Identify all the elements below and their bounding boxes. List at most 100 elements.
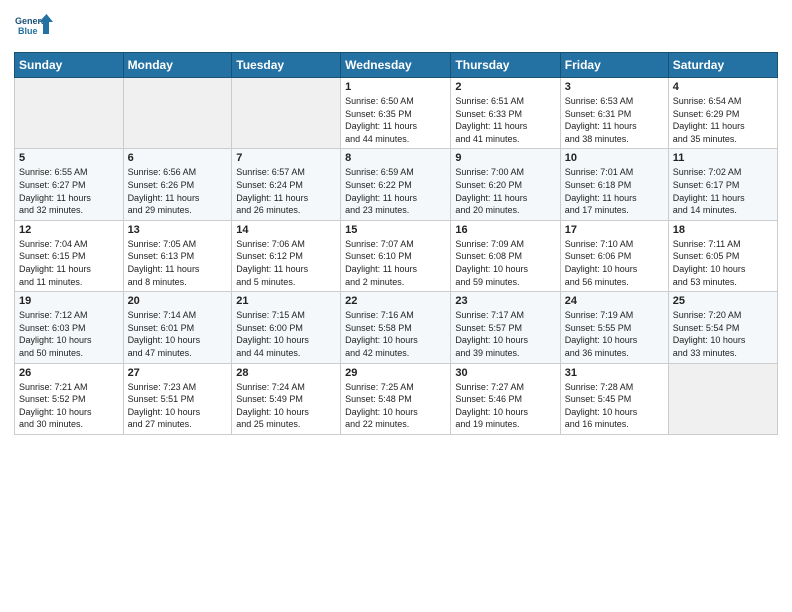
day-number: 6 <box>128 152 228 164</box>
day-info: Sunrise: 6:56 AM Sunset: 6:26 PM Dayligh… <box>128 166 228 216</box>
day-info: Sunrise: 7:21 AM Sunset: 5:52 PM Dayligh… <box>19 381 119 431</box>
day-cell: 13Sunrise: 7:05 AM Sunset: 6:13 PM Dayli… <box>123 220 232 291</box>
day-cell: 3 Sunrise: 6:53 AM Sunset: 6:31 PM Daylig… <box>560 78 668 149</box>
day-cell: 22 Sunrise: 7:16 AM Sunset: 5:58 PM Dayli… <box>341 292 451 363</box>
day-cell: 7 Sunrise: 6:57 AM Sunset: 6:24 PM Daylig… <box>232 149 341 220</box>
day-number: 20 <box>128 295 228 307</box>
day-info: Sunrise: 7:20 AM Sunset: 5:54 PM Dayligh… <box>673 309 773 359</box>
day-info: Sunrise: 6:51 AM Sunset: 6:33 PM Dayligh… <box>455 95 555 145</box>
day-cell: 4 Sunrise: 6:54 AM Sunset: 6:29 PM Daylig… <box>668 78 777 149</box>
day-cell <box>15 78 124 149</box>
day-info: Sunrise: 6:53 AM Sunset: 6:31 PM Dayligh… <box>565 95 664 145</box>
day-info: Sunrise: 6:50 AM Sunset: 6:35 PM Dayligh… <box>345 95 446 145</box>
header-saturday: Saturday <box>668 53 777 78</box>
day-cell: 1 Sunrise: 6:50 AM Sunset: 6:35 PM Daylig… <box>341 78 451 149</box>
header-thursday: Thursday <box>451 53 560 78</box>
svg-text:Blue: Blue <box>18 26 38 36</box>
day-cell <box>668 363 777 434</box>
page-container: General Blue SundayMondayTuesdayWednesda… <box>0 0 792 443</box>
day-cell: 30Sunrise: 7:27 AM Sunset: 5:46 PM Dayli… <box>451 363 560 434</box>
header-wednesday: Wednesday <box>341 53 451 78</box>
day-info: Sunrise: 6:59 AM Sunset: 6:22 PM Dayligh… <box>345 166 446 216</box>
day-cell: 28Sunrise: 7:24 AM Sunset: 5:49 PM Dayli… <box>232 363 341 434</box>
day-info: Sunrise: 7:17 AM Sunset: 5:57 PM Dayligh… <box>455 309 555 359</box>
day-number: 1 <box>345 81 446 93</box>
day-number: 23 <box>455 295 555 307</box>
day-info: Sunrise: 7:09 AM Sunset: 6:08 PM Dayligh… <box>455 238 555 288</box>
day-number: 3 <box>565 81 664 93</box>
day-cell: 17 Sunrise: 7:10 AM Sunset: 6:06 PM Dayli… <box>560 220 668 291</box>
day-info: Sunrise: 7:07 AM Sunset: 6:10 PM Dayligh… <box>345 238 446 288</box>
day-number: 19 <box>19 295 119 307</box>
week-row-0: 1 Sunrise: 6:50 AM Sunset: 6:35 PM Daylig… <box>15 78 778 149</box>
day-cell <box>232 78 341 149</box>
day-info: Sunrise: 6:55 AM Sunset: 6:27 PM Dayligh… <box>19 166 119 216</box>
day-cell: 10Sunrise: 7:01 AM Sunset: 6:18 PM Dayli… <box>560 149 668 220</box>
day-cell: 16 Sunrise: 7:09 AM Sunset: 6:08 PM Dayli… <box>451 220 560 291</box>
day-cell: 14 Sunrise: 7:06 AM Sunset: 6:12 PM Dayli… <box>232 220 341 291</box>
day-number: 29 <box>345 367 446 379</box>
day-cell: 26 Sunrise: 7:21 AM Sunset: 5:52 PM Dayli… <box>15 363 124 434</box>
day-cell: 18 Sunrise: 7:11 AM Sunset: 6:05 PM Dayli… <box>668 220 777 291</box>
day-cell <box>123 78 232 149</box>
day-number: 4 <box>673 81 773 93</box>
day-cell: 24 Sunrise: 7:19 AM Sunset: 5:55 PM Dayli… <box>560 292 668 363</box>
header-friday: Friday <box>560 53 668 78</box>
day-info: Sunrise: 7:06 AM Sunset: 6:12 PM Dayligh… <box>236 238 336 288</box>
day-number: 11 <box>673 152 773 164</box>
day-cell: 9Sunrise: 7:00 AM Sunset: 6:20 PM Daylig… <box>451 149 560 220</box>
day-cell: 23 Sunrise: 7:17 AM Sunset: 5:57 PM Dayli… <box>451 292 560 363</box>
day-info: Sunrise: 7:04 AM Sunset: 6:15 PM Dayligh… <box>19 238 119 288</box>
day-number: 5 <box>19 152 119 164</box>
day-number: 18 <box>673 224 773 236</box>
day-info: Sunrise: 7:11 AM Sunset: 6:05 PM Dayligh… <box>673 238 773 288</box>
day-number: 7 <box>236 152 336 164</box>
day-cell: 25Sunrise: 7:20 AM Sunset: 5:54 PM Dayli… <box>668 292 777 363</box>
day-number: 22 <box>345 295 446 307</box>
day-info: Sunrise: 7:23 AM Sunset: 5:51 PM Dayligh… <box>128 381 228 431</box>
day-info: Sunrise: 7:02 AM Sunset: 6:17 PM Dayligh… <box>673 166 773 216</box>
day-number: 21 <box>236 295 336 307</box>
day-number: 17 <box>565 224 664 236</box>
day-cell: 6 Sunrise: 6:56 AM Sunset: 6:26 PM Daylig… <box>123 149 232 220</box>
day-cell: 19 Sunrise: 7:12 AM Sunset: 6:03 PM Dayli… <box>15 292 124 363</box>
day-cell: 11 Sunrise: 7:02 AM Sunset: 6:17 PM Dayli… <box>668 149 777 220</box>
day-info: Sunrise: 7:27 AM Sunset: 5:46 PM Dayligh… <box>455 381 555 431</box>
day-info: Sunrise: 7:12 AM Sunset: 6:03 PM Dayligh… <box>19 309 119 359</box>
header-tuesday: Tuesday <box>232 53 341 78</box>
day-info: Sunrise: 7:01 AM Sunset: 6:18 PM Dayligh… <box>565 166 664 216</box>
day-info: Sunrise: 7:10 AM Sunset: 6:06 PM Dayligh… <box>565 238 664 288</box>
day-number: 14 <box>236 224 336 236</box>
week-row-4: 26 Sunrise: 7:21 AM Sunset: 5:52 PM Dayli… <box>15 363 778 434</box>
header-sunday: Sunday <box>15 53 124 78</box>
week-row-1: 5 Sunrise: 6:55 AM Sunset: 6:27 PM Daylig… <box>15 149 778 220</box>
day-info: Sunrise: 7:19 AM Sunset: 5:55 PM Dayligh… <box>565 309 664 359</box>
header-row: General Blue <box>14 10 778 46</box>
day-cell: 8Sunrise: 6:59 AM Sunset: 6:22 PM Daylig… <box>341 149 451 220</box>
day-info: Sunrise: 7:16 AM Sunset: 5:58 PM Dayligh… <box>345 309 446 359</box>
day-number: 9 <box>455 152 555 164</box>
day-number: 31 <box>565 367 664 379</box>
day-info: Sunrise: 6:54 AM Sunset: 6:29 PM Dayligh… <box>673 95 773 145</box>
day-number: 24 <box>565 295 664 307</box>
day-info: Sunrise: 6:57 AM Sunset: 6:24 PM Dayligh… <box>236 166 336 216</box>
week-row-2: 12 Sunrise: 7:04 AM Sunset: 6:15 PM Dayli… <box>15 220 778 291</box>
day-cell: 21 Sunrise: 7:15 AM Sunset: 6:00 PM Dayli… <box>232 292 341 363</box>
day-cell: 27 Sunrise: 7:23 AM Sunset: 5:51 PM Dayli… <box>123 363 232 434</box>
calendar-table: SundayMondayTuesdayWednesdayThursdayFrid… <box>14 52 778 435</box>
day-cell: 15 Sunrise: 7:07 AM Sunset: 6:10 PM Dayli… <box>341 220 451 291</box>
logo-svg: General Blue <box>14 10 54 46</box>
day-cell: 12 Sunrise: 7:04 AM Sunset: 6:15 PM Dayli… <box>15 220 124 291</box>
week-row-3: 19 Sunrise: 7:12 AM Sunset: 6:03 PM Dayli… <box>15 292 778 363</box>
day-number: 15 <box>345 224 446 236</box>
day-number: 27 <box>128 367 228 379</box>
day-number: 12 <box>19 224 119 236</box>
day-number: 2 <box>455 81 555 93</box>
day-info: Sunrise: 7:24 AM Sunset: 5:49 PM Dayligh… <box>236 381 336 431</box>
day-number: 16 <box>455 224 555 236</box>
day-info: Sunrise: 7:15 AM Sunset: 6:00 PM Dayligh… <box>236 309 336 359</box>
day-info: Sunrise: 7:28 AM Sunset: 5:45 PM Dayligh… <box>565 381 664 431</box>
day-number: 26 <box>19 367 119 379</box>
header-monday: Monday <box>123 53 232 78</box>
day-cell: 20Sunrise: 7:14 AM Sunset: 6:01 PM Dayli… <box>123 292 232 363</box>
